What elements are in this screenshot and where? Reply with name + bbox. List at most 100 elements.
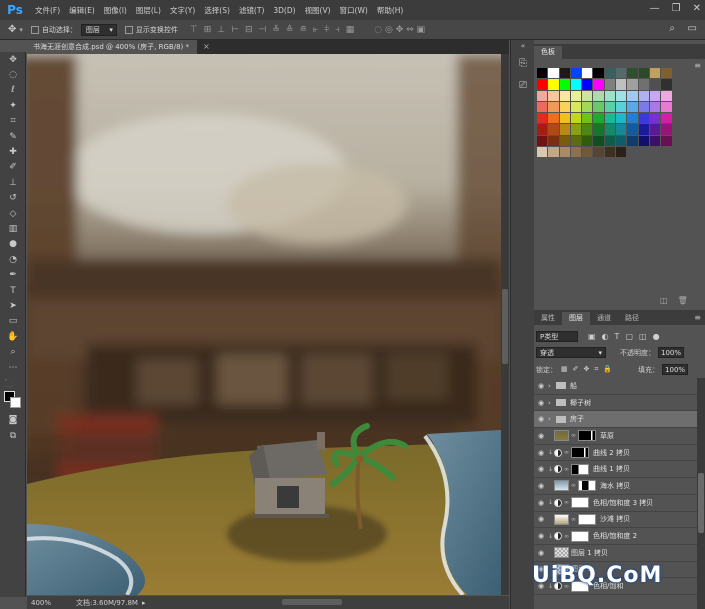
color-swatch[interactable] (616, 124, 627, 135)
collapse-panels-icon[interactable]: « (511, 40, 535, 52)
group-expand-chevron-icon[interactable]: › (548, 382, 556, 390)
color-swatch[interactable] (661, 124, 672, 135)
color-swatch[interactable] (616, 90, 627, 101)
opacity-input[interactable]: 100% (658, 347, 684, 358)
color-swatch[interactable] (604, 68, 616, 79)
color-swatch[interactable] (582, 68, 593, 79)
tab-layers[interactable]: 图层 (562, 312, 590, 325)
color-swatch[interactable] (559, 79, 570, 90)
color-swatch[interactable] (649, 101, 661, 113)
color-swatch[interactable] (537, 90, 548, 101)
color-swatch[interactable] (548, 90, 559, 101)
color-swatch[interactable] (570, 68, 582, 79)
mask-link-icon[interactable]: ∞ (564, 533, 569, 540)
auto-select-dropdown[interactable]: 图层 (80, 23, 117, 36)
filter-pixel-icon[interactable]: ▣ (588, 332, 596, 341)
menu-type[interactable]: 文字(Y) (170, 5, 195, 16)
trash-icon[interactable]: 🗑 (678, 296, 688, 305)
canvas-vertical-scrollbar[interactable] (501, 54, 509, 595)
color-swatch[interactable] (661, 79, 672, 90)
eraser-tool-icon[interactable]: ◇ (0, 206, 26, 221)
filter-adjustment-icon[interactable]: ◐ (602, 332, 609, 341)
lasso-tool-icon[interactable]: ℓ (0, 83, 26, 98)
color-swatch[interactable] (570, 113, 582, 124)
layer-group-row[interactable]: ◉ › 房子 (534, 411, 697, 429)
align-middle-icon[interactable]: ⊞ (204, 25, 212, 35)
document-close-icon[interactable]: × (203, 42, 210, 51)
color-swatch[interactable] (537, 124, 548, 135)
distribute-top-icon[interactable]: ≚ (272, 25, 280, 35)
tab-properties[interactable]: 属性 (534, 312, 562, 325)
status-arrow-icon[interactable]: ▸ (142, 599, 146, 607)
visibility-eye-icon[interactable]: ◉ (534, 415, 548, 423)
document-canvas[interactable] (27, 54, 501, 595)
color-swatches[interactable] (0, 390, 26, 413)
color-swatch[interactable] (559, 113, 570, 124)
layer-mask-thumbnail[interactable] (571, 530, 589, 542)
panel-menu-icon[interactable]: ≡ (694, 313, 701, 322)
group-expand-chevron-icon[interactable]: › (548, 399, 556, 407)
color-swatch[interactable] (649, 68, 661, 79)
menu-file[interactable]: 文件(F) (35, 5, 60, 16)
color-swatch[interactable] (593, 68, 604, 79)
color-swatch[interactable] (570, 124, 582, 135)
layer-thumbnail[interactable] (554, 480, 569, 492)
minimize-button[interactable]: — (650, 3, 660, 14)
color-swatch[interactable] (593, 135, 604, 147)
color-swatch[interactable] (593, 124, 604, 135)
color-swatch[interactable] (593, 147, 604, 158)
color-swatch[interactable] (649, 79, 661, 90)
color-swatch[interactable] (582, 135, 593, 147)
color-swatch[interactable] (559, 124, 570, 135)
menu-select[interactable]: 选择(S) (204, 5, 230, 16)
filter-shape-icon[interactable]: ▢ (625, 332, 633, 341)
color-swatch[interactable] (638, 90, 649, 101)
color-swatch[interactable] (537, 113, 548, 124)
color-swatch[interactable] (604, 147, 616, 158)
visibility-eye-icon[interactable]: ◉ (534, 515, 548, 523)
layer-thumbnail[interactable] (554, 513, 569, 525)
blend-mode-dropdown[interactable]: 穿透 (536, 347, 606, 358)
color-swatch[interactable] (638, 68, 649, 79)
zoom-tool-icon[interactable]: ⌕ (0, 344, 26, 359)
layer-thumbnail[interactable] (554, 430, 569, 442)
move-tool-icon[interactable]: ✥ (8, 24, 16, 35)
color-swatch[interactable] (537, 68, 548, 79)
path-selection-tool-icon[interactable]: ➤ (0, 298, 26, 313)
color-swatch[interactable] (548, 101, 559, 113)
color-swatch[interactable] (627, 101, 638, 113)
layer-row[interactable]: ◉ ↓ ∞ 色相/饱和度 3 拷贝 (534, 495, 697, 512)
color-swatch[interactable] (559, 135, 570, 147)
screen-mode-icon[interactable]: ⧉ (0, 428, 26, 443)
search-icon[interactable]: ⌕ (669, 23, 675, 34)
restore-button[interactable]: ❐ (672, 3, 681, 14)
visibility-eye-icon[interactable]: ◉ (534, 465, 548, 473)
layer-mask-thumbnail[interactable] (578, 480, 596, 492)
color-swatch[interactable] (604, 113, 616, 124)
color-swatch[interactable] (582, 79, 593, 90)
eyedropper-tool-icon[interactable]: ✎ (0, 129, 26, 144)
layer-row[interactable]: ◉ ∞ 草原 (534, 428, 697, 445)
color-swatch[interactable] (649, 124, 661, 135)
color-swatch[interactable] (559, 147, 570, 158)
canvas-scroll-thumb[interactable] (502, 289, 508, 364)
layer-group-row[interactable]: ◉ › 椰子树 (534, 395, 697, 412)
color-swatch[interactable] (616, 135, 627, 147)
distribute-bottom-icon[interactable]: ≘ (299, 25, 307, 35)
new-swatch-icon[interactable]: ◫ (660, 296, 668, 305)
layer-mask-thumbnail[interactable] (571, 447, 589, 459)
more-tools-icon[interactable]: ⋯ (0, 360, 26, 375)
menu-image[interactable]: 图像(I) (104, 5, 127, 16)
color-swatch[interactable] (616, 101, 627, 113)
clone-stamp-tool-icon[interactable]: ⊥ (0, 175, 26, 190)
color-swatch[interactable] (582, 124, 593, 135)
distribute-right-icon[interactable]: ⫞ (335, 25, 340, 35)
zoom-level[interactable]: 400% (31, 599, 76, 607)
distribute-center-icon[interactable]: ⫩ (324, 25, 329, 35)
color-swatch[interactable] (593, 79, 604, 90)
type-tool-icon[interactable]: T (0, 283, 26, 298)
crop-tool-icon[interactable]: ⌗ (0, 114, 26, 129)
menu-edit[interactable]: 编辑(E) (69, 5, 95, 16)
color-swatch[interactable] (661, 113, 672, 124)
mask-link-icon[interactable]: ∞ (571, 482, 576, 489)
